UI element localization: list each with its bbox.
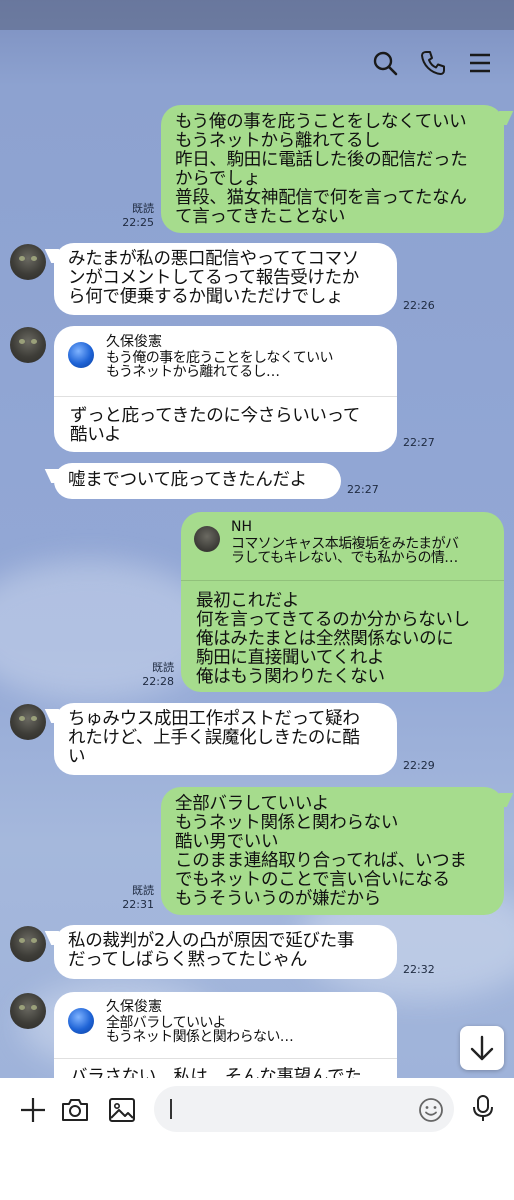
avatar[interactable]	[10, 926, 46, 962]
reply-divider	[54, 1058, 397, 1059]
read-receipt: 既読	[132, 884, 154, 897]
reply-body-text: ずっと庇ってきたのに今さらいいって 酷いよ	[70, 406, 361, 445]
message-time: 22:32	[403, 963, 435, 976]
scroll-to-bottom-button[interactable]	[460, 1026, 504, 1070]
reply-quote-text: コマソンキャス本垢複垢をみたまがバ ラしてもキレない、でも私からの情…	[231, 536, 459, 566]
text-cursor	[170, 1099, 172, 1119]
reply-quote-text: 全部バラしていいよ もうネット関係と関わらない…	[106, 1015, 294, 1045]
reply-sender-name: NH	[231, 519, 252, 535]
mic-icon[interactable]	[468, 1093, 498, 1123]
message-time: 22:25	[122, 216, 154, 229]
message-time: 22:28	[142, 675, 174, 688]
outgoing-message[interactable]: もう俺の事を庇うことをしなくていい もうネットから離れてるし 昨日、駒田に電話し…	[161, 105, 504, 233]
phone-icon[interactable]	[420, 50, 446, 76]
search-icon[interactable]	[372, 50, 398, 76]
status-bar	[0, 0, 514, 30]
menu-icon[interactable]	[467, 50, 493, 76]
message-time: 22:26	[403, 299, 435, 312]
reply-divider	[54, 396, 397, 397]
replied-user-icon	[68, 342, 94, 368]
incoming-message[interactable]: 嘘までついて庇ってきたんだよ	[54, 463, 341, 499]
message-time: 22:31	[122, 898, 154, 911]
message-time: 22:27	[403, 436, 435, 449]
read-receipt: 既読	[152, 661, 174, 674]
incoming-reply-message[interactable]: 久保俊憲 もう俺の事を庇うことをしなくていい もうネットから離れてるし… ずっと…	[54, 326, 397, 452]
reply-divider	[181, 580, 504, 581]
outgoing-message[interactable]: 全部バラしていいよ もうネット関係と関わらない 酷い男でいい このまま連絡取り合…	[161, 787, 504, 915]
message-time: 22:29	[403, 759, 435, 772]
incoming-message[interactable]: みたまが私の悪口配信やっててコマソ ンがコメントしてるって報告受けたか ら何で便…	[54, 243, 397, 315]
replied-user-icon	[68, 1008, 94, 1034]
reply-quote-text: もう俺の事を庇うことをしなくていい もうネットから離れてるし…	[106, 350, 334, 380]
incoming-message[interactable]: 私の裁判が2人の凸が原因で延びた事 だってしばらく黙ってたじゃん	[54, 925, 397, 979]
avatar[interactable]	[10, 244, 46, 280]
replied-user-icon	[194, 526, 220, 552]
reply-body-text: バラさない、私は、そんな事望んでた	[70, 1067, 362, 1079]
incoming-message[interactable]: ちゅみウス成田工作ポストだって疑わ れたけど、上手く誤魔化しきたのに酷 い	[54, 703, 397, 775]
bottom-area	[0, 1142, 514, 1200]
reply-sender-name: 久保俊憲	[106, 999, 162, 1015]
reply-body-text: 最初これだよ 何を言ってきてるのか分からないし 俺はみたまとは全然関係ないのに …	[196, 591, 470, 687]
camera-icon[interactable]	[60, 1095, 90, 1125]
avatar[interactable]	[10, 704, 46, 740]
message-input[interactable]	[154, 1086, 454, 1132]
image-icon[interactable]	[107, 1095, 137, 1125]
outgoing-reply-message[interactable]: NH コマソンキャス本垢複垢をみたまがバ ラしてもキレない、でも私からの情… 最…	[181, 512, 504, 692]
emoji-icon[interactable]	[416, 1095, 446, 1125]
arrow-down-icon	[470, 1035, 494, 1061]
plus-icon[interactable]	[18, 1095, 48, 1125]
incoming-reply-message[interactable]: 久保俊憲 全部バラしていいよ もうネット関係と関わらない… バラさない、私は、そ…	[54, 992, 397, 1078]
avatar[interactable]	[10, 327, 46, 363]
avatar[interactable]	[10, 993, 46, 1029]
message-time: 22:27	[347, 483, 379, 496]
chat-area[interactable]: もう俺の事を庇うことをしなくていい もうネットから離れてるし 昨日、駒田に電話し…	[0, 0, 514, 1078]
read-receipt: 既読	[132, 202, 154, 215]
reply-sender-name: 久保俊憲	[106, 334, 162, 350]
